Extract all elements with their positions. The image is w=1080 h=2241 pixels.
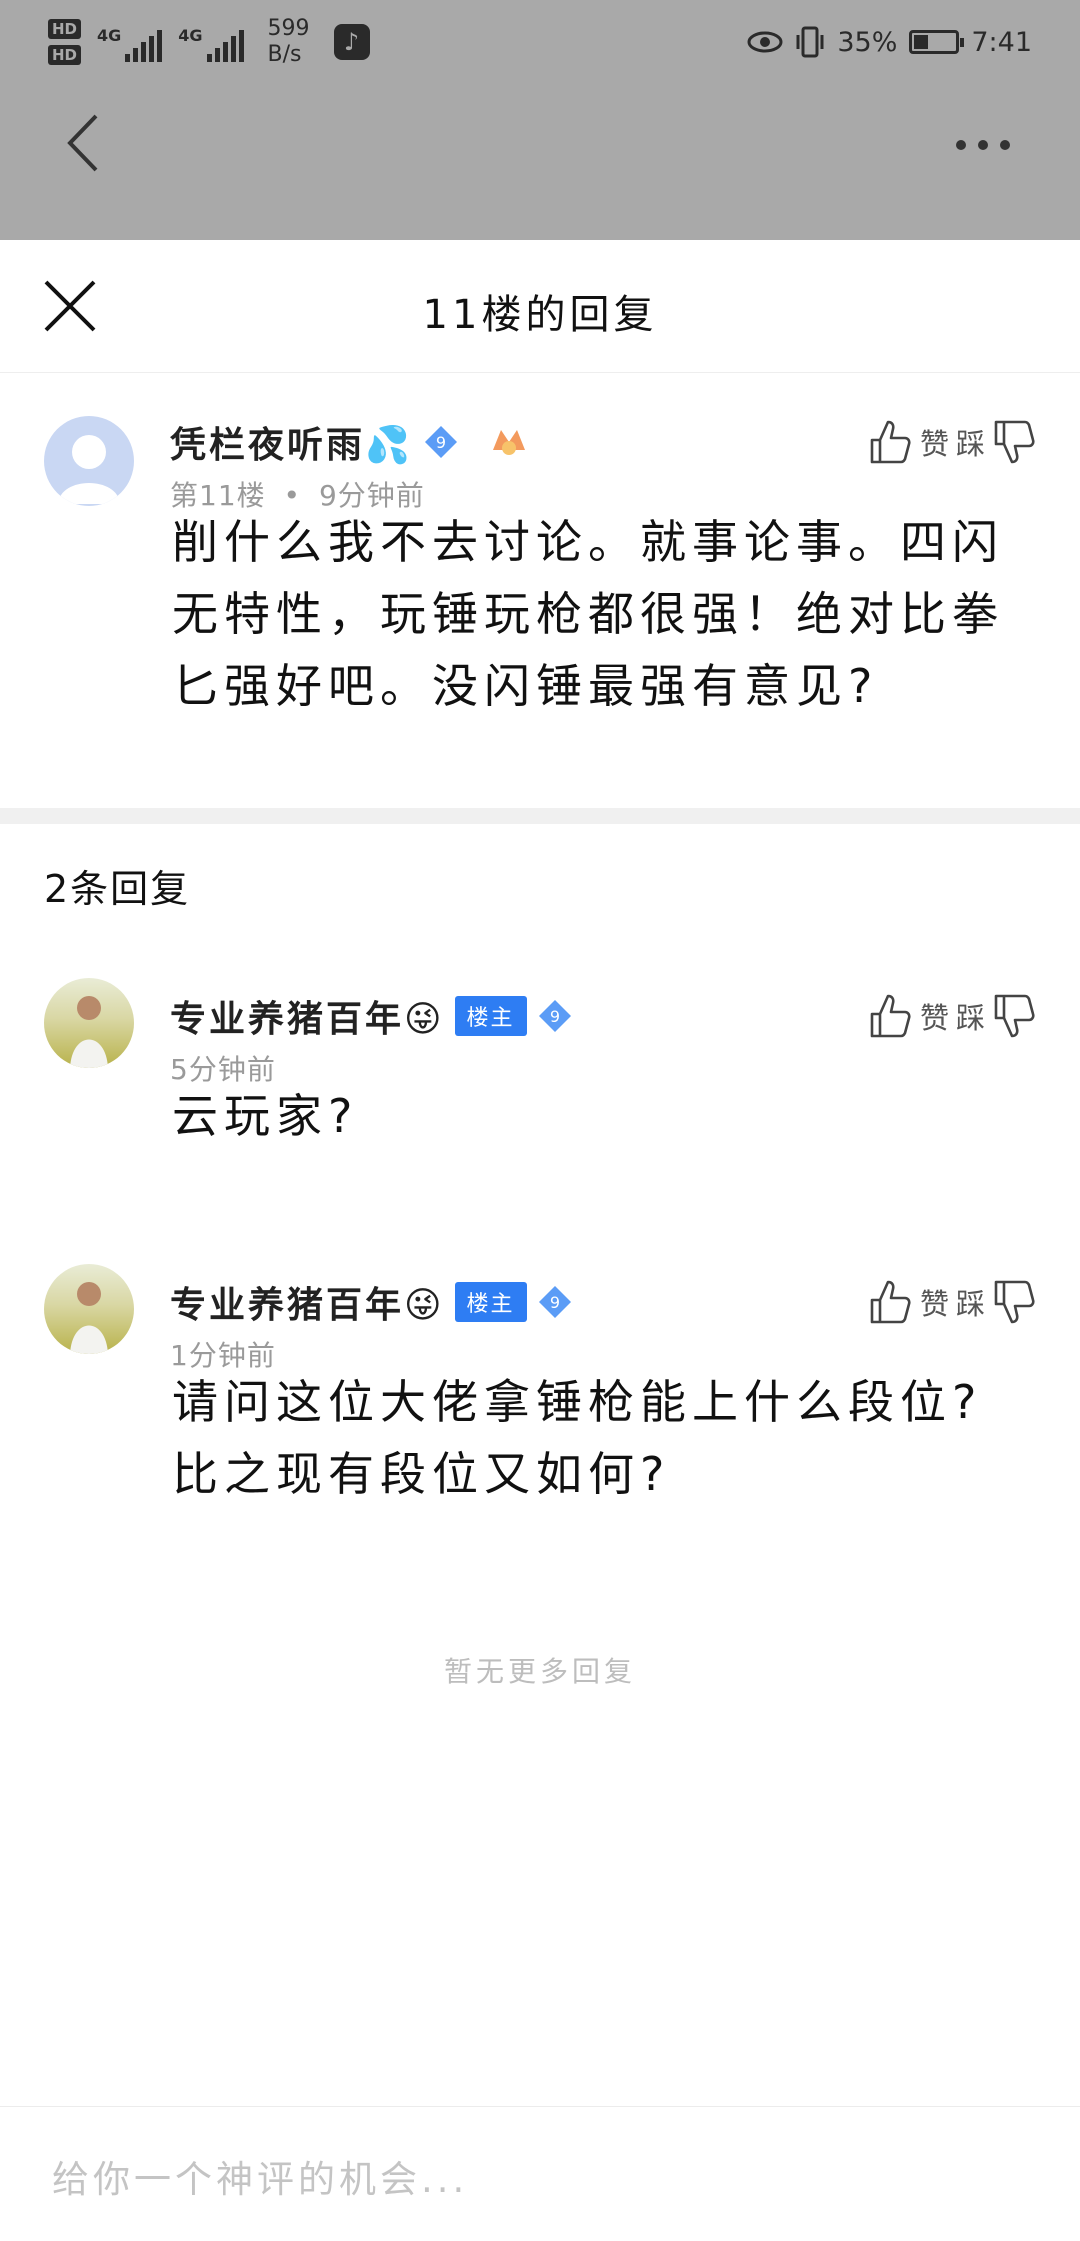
like-label[interactable]: 赞 <box>920 421 950 463</box>
avatar[interactable] <box>44 978 134 1068</box>
no-more-replies: 暂无更多回复 <box>443 1655 636 1688</box>
battery-icon <box>909 30 965 54</box>
avatar[interactable] <box>44 416 134 506</box>
vote-actions: 赞 踩 <box>868 1278 1038 1326</box>
vote-actions: 赞 踩 <box>868 418 1038 466</box>
section-divider <box>0 808 1080 824</box>
name-row: 专业养猪百年😜 楼主 9 <box>170 988 573 1044</box>
battery-fill <box>914 35 929 49</box>
background-overlay: HD HD 4G 4G 599 B/s ♪ 35% 7:41 <box>0 0 1080 240</box>
name-row: 专业养猪百年😜 楼主 9 <box>170 1274 573 1330</box>
owner-badge: 楼主 <box>454 1282 527 1322</box>
battery-percent: 35% <box>837 26 898 58</box>
level-diamond-icon: 9 <box>538 1000 571 1032</box>
comment-text: 削什么我不去讨论。就事论事。四闪无特性，玩锤玩枪都很强！绝对比拳匕强好吧。没闪锤… <box>172 515 1004 713</box>
thumb-down-icon[interactable] <box>992 418 1038 466</box>
signal-bars-icon <box>125 30 163 62</box>
medal-icon <box>492 430 525 455</box>
replies-count: 2条回复 <box>44 867 191 911</box>
hd-indicators: HD HD <box>48 19 82 65</box>
reply-sheet: 11楼的回复 凭栏夜听雨💦 9 第11楼 • 9分钟前 赞 踩 削什么我不去讨论… <box>0 240 1080 2241</box>
tiktok-icon: ♪ <box>333 24 370 60</box>
name-row: 凭栏夜听雨💦 9 <box>170 414 531 470</box>
avatar[interactable] <box>44 1264 134 1354</box>
back-arrow-icon[interactable] <box>56 108 116 178</box>
sheet-title: 11楼的回复 <box>422 292 658 338</box>
owner-badge: 楼主 <box>454 996 527 1036</box>
vote-actions: 赞 踩 <box>868 992 1038 1040</box>
status-left: HD HD 4G 4G 599 B/s ♪ <box>48 12 370 72</box>
hd-badge-1: HD <box>48 19 82 39</box>
status-right: 35% 7:41 <box>747 14 1032 70</box>
username[interactable]: 专业养猪百年😜 <box>170 990 445 1042</box>
comment-input-placeholder[interactable]: 给你一个神评的机会... <box>52 2149 468 2203</box>
thumb-up-icon[interactable] <box>868 1278 914 1326</box>
signal-sim2: 4G <box>178 22 244 62</box>
like-label[interactable]: 赞 <box>920 995 950 1037</box>
dislike-label[interactable]: 踩 <box>956 1281 986 1323</box>
network-type-2: 4G <box>178 26 203 45</box>
level-diamond-icon: 9 <box>538 1286 571 1318</box>
network-type-1: 4G <box>97 26 122 45</box>
level-number: 9 <box>549 1007 559 1026</box>
reply-text: 请问这位大佬拿锤枪能上什么段位?比之现有段位又如何? <box>172 1375 983 1501</box>
dislike-label[interactable]: 踩 <box>956 995 986 1037</box>
thumb-down-icon[interactable] <box>992 1278 1038 1326</box>
sheet-header: 11楼的回复 <box>0 240 1080 373</box>
level-number: 9 <box>436 433 446 452</box>
vibrate-icon <box>796 26 824 58</box>
network-speed: 599 B/s <box>267 16 310 67</box>
thumb-up-icon[interactable] <box>868 418 914 466</box>
dislike-label[interactable]: 踩 <box>956 421 986 463</box>
hd-badge-2: HD <box>48 45 82 65</box>
thumb-up-icon[interactable] <box>868 992 914 1040</box>
level-number: 9 <box>549 1293 559 1312</box>
avatar-photo <box>70 1282 108 1354</box>
status-bar: HD HD 4G 4G 599 B/s ♪ 35% 7:41 <box>0 0 1080 80</box>
eye-icon <box>747 31 783 53</box>
clock: 7:41 <box>971 26 1032 58</box>
signal-bars-icon <box>206 30 244 62</box>
avatar-photo <box>70 996 108 1068</box>
username[interactable]: 专业养猪百年😜 <box>170 1276 445 1328</box>
signal-sim1: 4G <box>97 22 163 62</box>
like-label[interactable]: 赞 <box>920 1281 950 1323</box>
default-avatar-icon <box>58 435 120 504</box>
thumb-down-icon[interactable] <box>992 992 1038 1040</box>
level-diamond-icon: 9 <box>424 426 457 458</box>
username[interactable]: 凭栏夜听雨💦 <box>170 416 413 468</box>
reply-text: 云玩家? <box>172 1089 359 1143</box>
more-icon[interactable] <box>956 130 1028 160</box>
comment-input-bar[interactable]: 给你一个神评的机会... <box>0 2106 1080 2241</box>
